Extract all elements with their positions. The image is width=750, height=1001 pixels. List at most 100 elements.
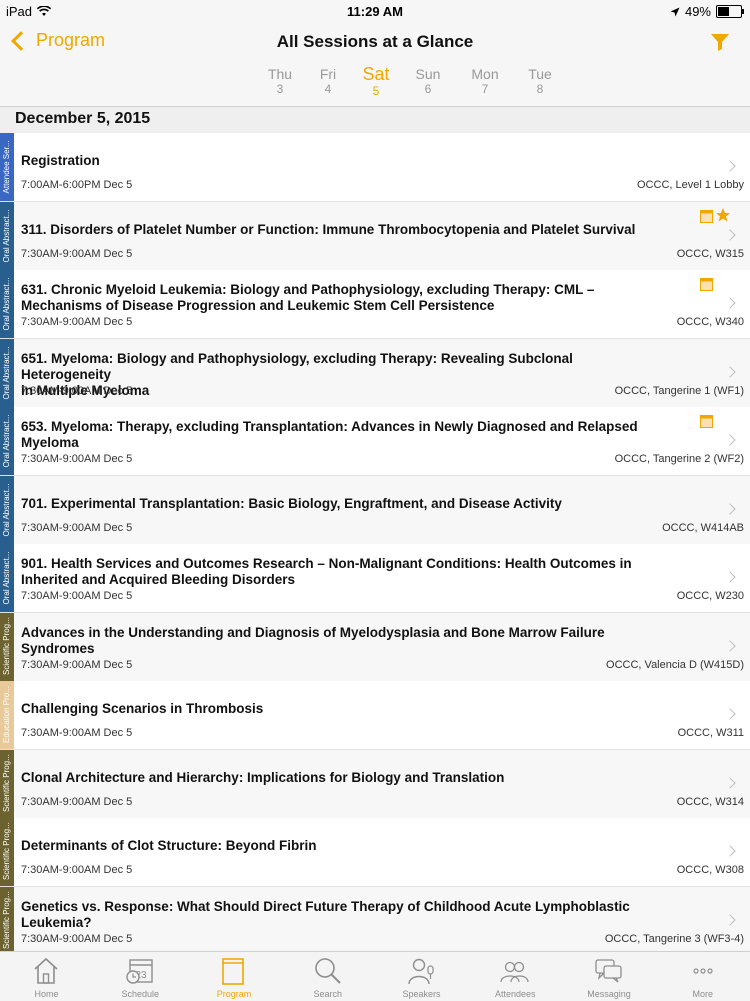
session-time: 7:30AM-9:00AM Dec 5 xyxy=(21,795,133,808)
session-location: OCCC, W340 xyxy=(676,316,744,328)
navigation-bar: Program All Sessions at a Glance xyxy=(0,22,750,62)
category-label: Education Pro... xyxy=(2,686,11,743)
session-title: Genetics vs. Response: What Should Direc… xyxy=(21,898,630,930)
session-time: 7:30AM-9:00AM Dec 5 xyxy=(21,727,133,739)
category-bar: Scientific Prog... xyxy=(0,612,14,681)
day-name: Sun xyxy=(415,66,441,82)
chevron-right-icon xyxy=(724,502,736,515)
session-time: 7:30AM-9:00AM Dec 5 xyxy=(21,453,133,465)
category-label: Oral Abstract... xyxy=(2,346,11,399)
session-location: OCCC, W315 xyxy=(676,247,744,260)
tab-schedule[interactable]: 23 Schedule xyxy=(94,952,187,1001)
calendar-added-icon[interactable] xyxy=(700,415,713,428)
session-row[interactable]: Scientific Prog... Clonal Architecture an… xyxy=(0,749,750,819)
day-picker: Thu 3 Fri 4 Sat 5 Sun 6 Mon 7 Tue 8 xyxy=(0,64,750,104)
tab-label: Attendees xyxy=(494,989,536,999)
page-title: All Sessions at a Glance xyxy=(276,32,474,51)
session-time: 7:30AM-9:00AM Dec 5 xyxy=(21,247,133,260)
calendar-added-icon[interactable] xyxy=(700,209,713,223)
category-bar: Oral Abstract... xyxy=(0,475,14,544)
category-bar: Oral Abstract... xyxy=(0,544,14,612)
day-number: 6 xyxy=(424,82,432,96)
session-time: 7:30AM-9:00AM Dec 5 xyxy=(21,932,133,945)
tab-label: Program xyxy=(216,989,252,999)
tab-bar: Home 23 Schedule Program Search Speakers Atten… xyxy=(0,951,750,1001)
day-tab-tue[interactable]: Tue 8 xyxy=(510,66,570,96)
filter-icon[interactable] xyxy=(710,32,730,52)
session-row[interactable]: Scientific Prog... Determinants of Clot S… xyxy=(0,818,750,887)
session-title: Registration xyxy=(21,153,100,168)
tab-attendees[interactable]: Attendees xyxy=(469,952,562,1001)
category-bar: Attendee Ser... xyxy=(0,133,14,201)
day-tab-sun[interactable]: Sun 6 xyxy=(398,66,458,96)
star-icon[interactable] xyxy=(715,207,731,223)
category-bar: Oral Abstract... xyxy=(0,270,14,338)
session-title: Clonal Architecture and Hierarchy: Impli… xyxy=(21,769,505,785)
session-title: Determinants of Clot Structure: Beyond F… xyxy=(21,838,317,853)
session-location: OCCC, Tangerine 2 (WF2) xyxy=(614,453,744,465)
category-label: Scientific Prog... xyxy=(2,753,11,812)
session-row[interactable]: Scientific Prog... Advances in the Unders… xyxy=(0,612,750,682)
session-title: Challenging Scenarios in Thrombosis xyxy=(21,701,264,716)
session-time: 7:00AM-6:00PM Dec 5 xyxy=(21,179,133,191)
session-row[interactable]: Oral Abstract... 901. Health Services and… xyxy=(0,544,750,613)
session-title: 631. Chronic Myeloid Leukemia: Biology a… xyxy=(21,282,595,313)
search-icon xyxy=(314,958,341,984)
chevron-right-icon xyxy=(724,365,736,378)
session-title: 653. Myeloma: Therapy, excluding Transpl… xyxy=(21,419,638,450)
session-location: OCCC, W311 xyxy=(677,727,744,739)
tab-label: More xyxy=(692,989,713,999)
calendar-added-icon[interactable] xyxy=(700,278,713,291)
session-row[interactable]: Scientific Prog... Genetics vs. Response:… xyxy=(0,886,750,951)
session-time: 7:30AM-9:00AM Dec 5 xyxy=(21,590,133,602)
session-title: Advances in the Understanding and Diagno… xyxy=(21,624,605,656)
category-label: Oral Abstract... xyxy=(2,551,11,605)
day-name: Tue xyxy=(528,66,552,82)
battery-percent: 49% xyxy=(684,4,711,19)
session-row[interactable]: Oral Abstract... 631. Chronic Myeloid Leu… xyxy=(0,270,750,339)
status-bar: iPad 11:29 AM 49% xyxy=(0,0,750,22)
session-row[interactable]: Attendee Ser... Registration 7:00AM-6:00PM… xyxy=(0,133,750,202)
home-icon xyxy=(33,957,58,984)
day-tab-mon[interactable]: Mon 7 xyxy=(455,66,515,96)
session-row[interactable]: Education Pro... Challenging Scenarios in… xyxy=(0,681,750,750)
session-row[interactable]: Oral Abstract... 701. Experimental Transp… xyxy=(0,475,750,545)
session-row[interactable]: Oral Abstract... 653. Myeloma: Therapy, e… xyxy=(0,407,750,476)
session-location: OCCC, Valencia D (W415D) xyxy=(606,658,744,671)
category-bar: Education Pro... xyxy=(0,681,14,749)
session-row[interactable]: Oral Abstract... 311. Disorders of Platel… xyxy=(0,201,750,271)
chevron-right-icon xyxy=(724,776,736,789)
speakers-icon xyxy=(407,958,434,985)
session-time: 7:30AM-9:00AM Dec 5 xyxy=(21,658,133,671)
day-number: 8 xyxy=(536,82,544,96)
category-bar: Oral Abstract... xyxy=(0,338,14,407)
chevron-right-icon xyxy=(724,434,736,446)
session-time: 7:30AM-9:00AM Dec 5 xyxy=(21,521,133,534)
day-tab-sat[interactable]: Sat 5 xyxy=(346,64,406,98)
category-label: Scientific Prog... xyxy=(2,822,11,880)
session-time: 7:30AM-9:00AM Dec 5 xyxy=(21,316,133,328)
tab-label: Schedule xyxy=(121,989,160,999)
tab-more[interactable]: More xyxy=(656,952,749,1001)
session-location: OCCC, W230 xyxy=(676,590,744,602)
tab-program[interactable]: Program xyxy=(188,952,281,1001)
category-label: Oral Abstract... xyxy=(2,414,11,468)
tab-messaging[interactable]: Messaging xyxy=(563,952,656,1001)
chevron-right-icon xyxy=(724,845,736,857)
session-title: 701. Experimental Transplantation: Basic… xyxy=(21,495,562,511)
battery-icon xyxy=(716,5,744,18)
session-list[interactable]: Attendee Ser... Registration 7:00AM-6:00PM… xyxy=(0,133,750,951)
tab-speakers[interactable]: Speakers xyxy=(375,952,468,1001)
session-location: OCCC, W314 xyxy=(676,795,744,808)
tab-home[interactable]: Home xyxy=(0,952,93,1001)
session-row[interactable]: Oral Abstract... 651. Myeloma: Biology an… xyxy=(0,338,750,408)
chevron-right-icon xyxy=(724,297,736,309)
session-title: 901. Health Services and Outcomes Resear… xyxy=(21,556,632,587)
tab-label: Search xyxy=(313,989,343,999)
date-section-header: December 5, 2015 xyxy=(0,107,750,133)
tab-search[interactable]: Search xyxy=(281,952,374,1001)
day-number: 7 xyxy=(481,82,489,96)
category-bar: Scientific Prog... xyxy=(0,818,14,886)
category-bar: Oral Abstract... xyxy=(0,407,14,475)
category-label: Oral Abstract... xyxy=(2,277,11,331)
